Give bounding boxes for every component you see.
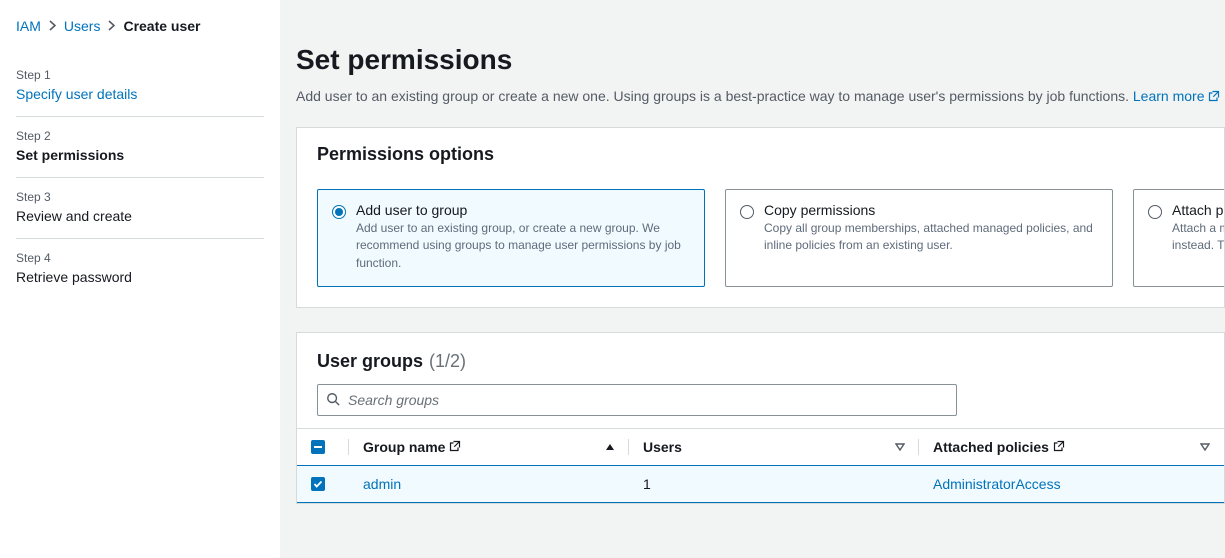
- chevron-right-icon: [108, 18, 115, 34]
- permissions-options-panel: Permissions options Add user to group Ad…: [296, 127, 1225, 308]
- radio-icon: [740, 205, 754, 219]
- table-row[interactable]: admin 1 AdministratorAccess: [297, 466, 1224, 503]
- checkbox-checked-icon[interactable]: [311, 477, 325, 491]
- wizard-step-1[interactable]: Step 1 Specify user details: [16, 56, 264, 117]
- breadcrumb-current: Create user: [123, 18, 200, 34]
- step-title: Set permissions: [16, 147, 264, 163]
- column-users[interactable]: Users: [629, 429, 919, 466]
- groups-table: Group name: [297, 428, 1224, 503]
- external-link-icon: [1053, 439, 1065, 455]
- group-policy-link[interactable]: AdministratorAccess: [933, 476, 1061, 492]
- group-users-count: 1: [629, 466, 919, 503]
- group-name-link[interactable]: admin: [363, 476, 401, 492]
- breadcrumb-iam[interactable]: IAM: [16, 18, 41, 34]
- page-description: Add user to an existing group or create …: [296, 88, 1225, 105]
- search-icon: [326, 392, 340, 409]
- step-title[interactable]: Specify user details: [16, 86, 137, 102]
- wizard-step-2: Step 2 Set permissions: [16, 117, 264, 178]
- breadcrumb: IAM Users Create user: [16, 18, 264, 34]
- step-number: Step 4: [16, 251, 264, 265]
- page-title: Set permissions: [296, 44, 1225, 76]
- option-title: Add user to group: [356, 202, 690, 218]
- sort-ascending-icon: [605, 439, 615, 455]
- panel-title: Permissions options: [317, 144, 1204, 165]
- wizard-step-4: Step 4 Retrieve password: [16, 239, 264, 299]
- step-title: Retrieve password: [16, 269, 264, 285]
- option-description: Copy all group memberships, attached man…: [764, 220, 1098, 255]
- filter-icon: [1200, 439, 1210, 455]
- breadcrumb-users[interactable]: Users: [64, 18, 101, 34]
- option-title: Attach po: [1172, 202, 1224, 218]
- user-groups-panel: User groups (1/2): [296, 332, 1225, 504]
- option-description: Add user to an existing group, or create…: [356, 220, 690, 272]
- sidebar: IAM Users Create user Step 1 Specify use…: [0, 0, 280, 558]
- option-description: Attach a m practice, we instead. Th: [1172, 220, 1224, 255]
- search-input[interactable]: [348, 392, 948, 408]
- chevron-right-icon: [49, 18, 56, 34]
- groups-title: User groups: [317, 351, 423, 372]
- column-group-name[interactable]: Group name: [349, 429, 629, 466]
- wizard-step-3: Step 3 Review and create: [16, 178, 264, 239]
- external-link-icon: [1208, 89, 1220, 105]
- option-title: Copy permissions: [764, 202, 1098, 218]
- step-title: Review and create: [16, 208, 264, 224]
- filter-icon: [895, 439, 905, 455]
- option-copy-permissions[interactable]: Copy permissions Copy all group membersh…: [725, 189, 1113, 287]
- column-attached-policies[interactable]: Attached policies: [919, 429, 1224, 466]
- option-add-to-group[interactable]: Add user to group Add user to an existin…: [317, 189, 705, 287]
- groups-count: (1/2): [429, 351, 466, 372]
- radio-icon: [1148, 205, 1162, 219]
- checkbox-indeterminate-icon[interactable]: [311, 440, 325, 454]
- step-number: Step 1: [16, 68, 264, 82]
- learn-more-link[interactable]: Learn more: [1133, 88, 1220, 104]
- option-attach-policies[interactable]: Attach po Attach a m practice, we instea…: [1133, 189, 1224, 287]
- column-select-all[interactable]: [297, 429, 349, 466]
- step-number: Step 2: [16, 129, 264, 143]
- step-number: Step 3: [16, 190, 264, 204]
- search-groups[interactable]: [317, 384, 957, 416]
- radio-icon: [332, 205, 346, 219]
- external-link-icon: [449, 439, 461, 455]
- main-content: Set permissions Add user to an existing …: [280, 0, 1225, 558]
